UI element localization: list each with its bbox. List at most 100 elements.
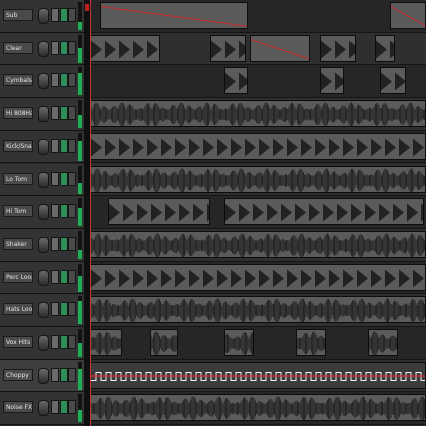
fx-button[interactable] (68, 40, 76, 55)
track-name-field[interactable]: Vox Hits (3, 336, 33, 348)
media-item[interactable] (320, 67, 344, 95)
track-lane[interactable] (90, 294, 426, 327)
record-arm-button[interactable] (51, 302, 59, 317)
mute-button[interactable] (60, 302, 68, 317)
fx-button[interactable] (68, 8, 76, 22)
track-header[interactable]: Hi 808Hat (0, 98, 84, 131)
automation-line[interactable] (91, 363, 426, 389)
track-header[interactable]: Kick/Snare (0, 130, 84, 164)
media-item[interactable] (150, 329, 178, 356)
record-arm-button[interactable] (51, 106, 59, 121)
track-header[interactable]: Hats Loop (0, 294, 84, 327)
volume-knob[interactable] (38, 8, 49, 24)
mute-button[interactable] (60, 40, 68, 55)
media-item[interactable] (100, 2, 248, 29)
media-item[interactable] (90, 263, 426, 291)
record-arm-button[interactable] (51, 236, 59, 251)
media-item[interactable] (224, 329, 254, 356)
fx-button[interactable] (68, 335, 76, 349)
volume-knob[interactable] (38, 138, 49, 155)
record-arm-button[interactable] (51, 367, 59, 382)
record-arm-button[interactable] (51, 335, 59, 349)
mute-button[interactable] (60, 400, 68, 415)
media-item[interactable] (90, 100, 426, 128)
track-lane[interactable] (90, 196, 426, 229)
mute-button[interactable] (60, 106, 68, 121)
track-name-field[interactable]: Hi 808Hat (3, 107, 33, 120)
track-name-field[interactable]: Hats Loop (3, 303, 33, 316)
media-item[interactable] (90, 132, 426, 160)
track-lane[interactable] (90, 32, 426, 66)
media-item[interactable] (224, 198, 424, 226)
record-arm-button[interactable] (51, 138, 59, 153)
media-item[interactable] (90, 34, 160, 62)
volume-knob[interactable] (38, 171, 49, 188)
media-item[interactable] (90, 394, 426, 422)
track-name-field[interactable]: Choppy (3, 368, 33, 381)
media-item[interactable] (90, 165, 426, 193)
track-header[interactable]: Choppy (0, 359, 84, 393)
track-lane[interactable] (90, 392, 426, 426)
track-header[interactable]: Lo Tom (0, 163, 84, 197)
mute-button[interactable] (60, 204, 68, 219)
track-lane[interactable] (90, 98, 426, 131)
track-lane[interactable] (90, 327, 426, 360)
track-lane[interactable] (90, 163, 426, 197)
track-lane[interactable] (90, 359, 426, 393)
track-lane[interactable] (90, 228, 426, 262)
record-arm-button[interactable] (51, 171, 59, 186)
mute-button[interactable] (60, 171, 68, 186)
track-header[interactable]: Hi Tom (0, 196, 84, 229)
fx-button[interactable] (68, 171, 76, 186)
track-lane[interactable] (90, 261, 426, 295)
track-name-field[interactable]: Sub (3, 9, 33, 21)
track-name-field[interactable]: Hi Tom (3, 205, 33, 218)
track-header[interactable]: Noise FX (0, 392, 84, 426)
media-item[interactable] (390, 2, 426, 29)
mute-button[interactable] (60, 8, 68, 22)
record-arm-button[interactable] (51, 269, 59, 284)
fx-button[interactable] (68, 204, 76, 219)
record-arm-button[interactable] (51, 8, 59, 22)
media-item[interactable] (210, 34, 246, 62)
track-name-field[interactable]: Perc Loop (3, 270, 33, 283)
track-header[interactable]: Clear (0, 32, 84, 66)
track-lane[interactable] (90, 0, 426, 33)
track-name-field[interactable]: Noise FX (3, 401, 33, 414)
media-item[interactable] (250, 34, 310, 62)
mute-button[interactable] (60, 236, 68, 251)
media-item[interactable] (108, 198, 210, 226)
mute-button[interactable] (60, 269, 68, 284)
media-item[interactable] (320, 34, 356, 62)
track-header[interactable]: Sub (0, 0, 84, 33)
media-item[interactable] (90, 296, 426, 324)
track-name-field[interactable]: Cymbals (3, 74, 33, 87)
track-header[interactable]: Vox Hits (0, 327, 84, 360)
volume-knob[interactable] (38, 400, 49, 417)
volume-knob[interactable] (38, 269, 49, 286)
record-arm-button[interactable] (51, 400, 59, 415)
fx-button[interactable] (68, 400, 76, 415)
record-arm-button[interactable] (51, 73, 59, 88)
volume-knob[interactable] (38, 106, 49, 123)
media-item[interactable] (296, 329, 326, 356)
media-item[interactable] (224, 67, 248, 95)
mute-button[interactable] (60, 367, 68, 382)
mute-button[interactable] (60, 335, 68, 349)
media-item[interactable] (375, 34, 395, 62)
track-header[interactable]: Perc Loop (0, 261, 84, 295)
fx-button[interactable] (68, 269, 76, 284)
fx-button[interactable] (68, 73, 76, 88)
media-item[interactable] (90, 361, 426, 389)
media-item[interactable] (368, 329, 398, 356)
mute-button[interactable] (60, 73, 68, 88)
volume-knob[interactable] (38, 204, 49, 221)
volume-knob[interactable] (38, 335, 49, 351)
track-name-field[interactable]: Kick/Snare (3, 139, 33, 152)
track-header[interactable]: Cymbals (0, 65, 84, 99)
track-name-field[interactable]: Shaker (3, 237, 33, 250)
media-item[interactable] (90, 230, 426, 258)
volume-knob[interactable] (38, 367, 49, 384)
volume-knob[interactable] (38, 40, 49, 57)
edit-cursor[interactable] (90, 0, 91, 426)
